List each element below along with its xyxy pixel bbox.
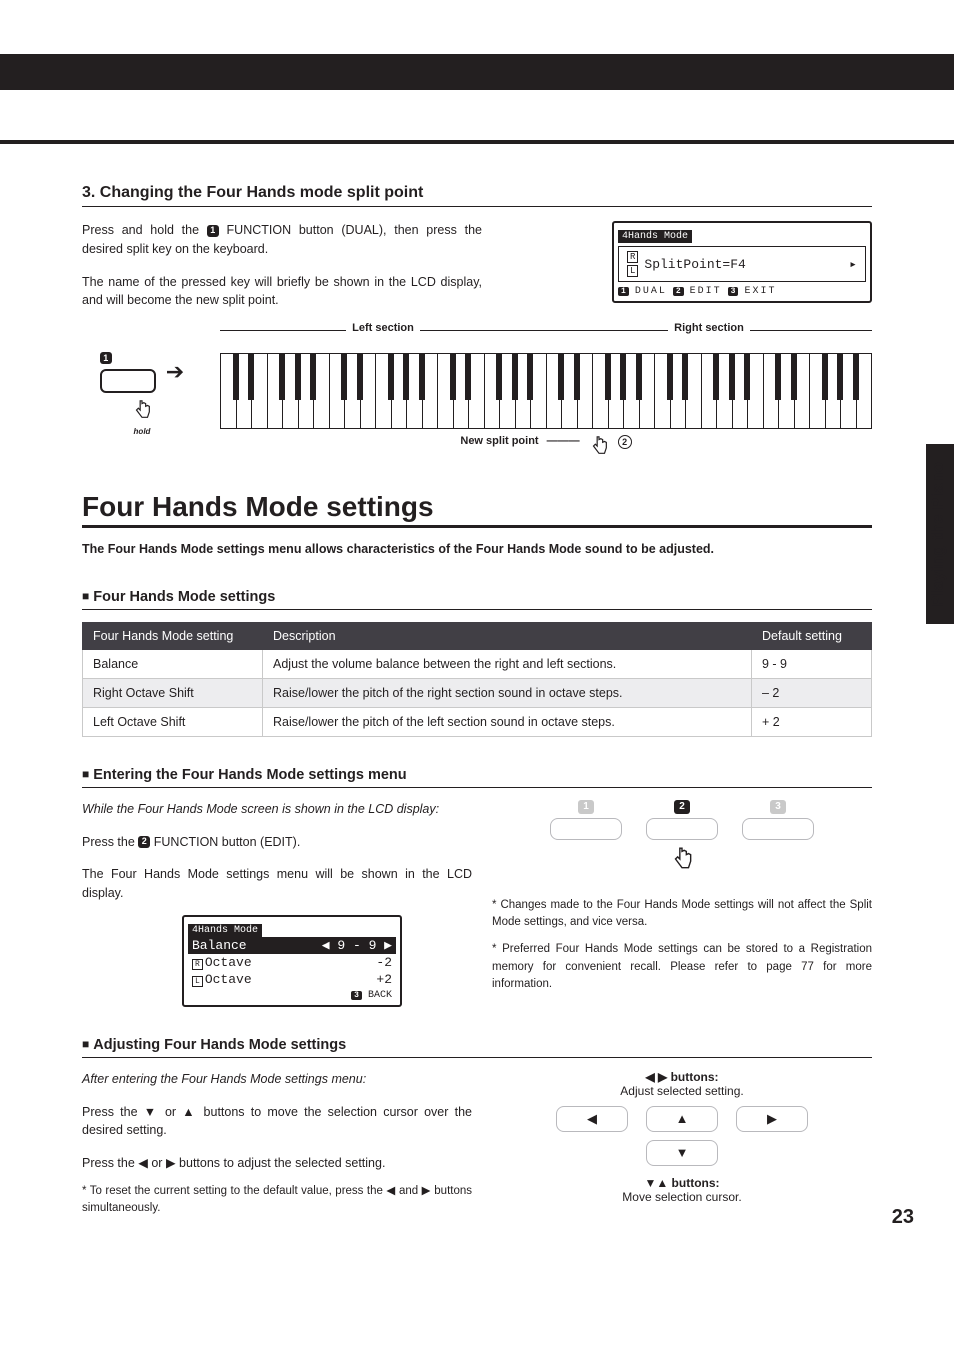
finger-press-icon bbox=[669, 844, 695, 874]
lcd-splitpoint: 4Hands Mode R L SplitPoint=F4 ▸ 1DUAL 2E… bbox=[612, 221, 872, 303]
lcd-settings-menu: 4Hands Mode Balance◀ 9 - 9 ▶ROctave-2LOc… bbox=[182, 915, 402, 1007]
lcd-badge-2: 2 bbox=[673, 287, 684, 296]
lcd-dual-label: DUAL bbox=[635, 286, 667, 297]
badge-2-icon: 2 bbox=[138, 836, 150, 848]
function-button-1[interactable] bbox=[550, 818, 622, 840]
badge-1-icon: 1 bbox=[207, 225, 219, 237]
lcd2-back-label: BACK bbox=[368, 990, 392, 1001]
page-header-band bbox=[0, 54, 954, 144]
lead-paragraph: The Four Hands Mode settings menu allows… bbox=[82, 540, 872, 559]
finger-press-icon bbox=[588, 435, 610, 457]
th-setting: Four Hands Mode setting bbox=[83, 622, 263, 649]
sub-heading-entering: Entering the Four Hands Mode settings me… bbox=[82, 767, 872, 783]
para-move-cursor: Press the ▼ or ▲ buttons to move the sel… bbox=[82, 1103, 472, 1141]
function-button-diagram: 1 ➔ hold bbox=[82, 351, 202, 436]
right-arrow-button[interactable]: ▶ bbox=[736, 1106, 808, 1132]
para-press-edit: Press the 2 FUNCTION button (EDIT). bbox=[82, 833, 472, 852]
lcd-l-box: L bbox=[627, 265, 638, 277]
lcd-r-box: R bbox=[627, 251, 638, 263]
lcd-badge-3: 3 bbox=[728, 287, 739, 296]
left-arrow-button[interactable]: ◀ bbox=[556, 1106, 628, 1132]
text: Press and hold the bbox=[82, 223, 207, 237]
keyboard-diagram bbox=[220, 353, 872, 429]
sub-heading-settings-table: Four Hands Mode settings bbox=[82, 589, 872, 605]
page-number: 23 bbox=[892, 1206, 914, 1229]
function-button-2[interactable] bbox=[646, 818, 718, 840]
lcd2-badge-3: 3 bbox=[351, 991, 362, 1000]
lcd-badge-1: 1 bbox=[618, 287, 629, 296]
main-heading: Four Hands Mode settings bbox=[82, 491, 872, 523]
function-button-3[interactable] bbox=[742, 818, 814, 840]
sub-heading-adjusting: Adjusting Four Hands Mode settings bbox=[82, 1037, 872, 1053]
badge-1-icon: 1 bbox=[578, 800, 594, 814]
table-row: BalanceAdjust the volume balance between… bbox=[83, 649, 872, 678]
footnote-reset: To reset the current setting to the defa… bbox=[82, 1183, 472, 1218]
para-lcd-shows: The name of the pressed key will briefly… bbox=[82, 273, 482, 311]
table-row: Left Octave ShiftRaise/lower the pitch o… bbox=[83, 707, 872, 736]
para-press-hold: Press and hold the 1 FUNCTION button (DU… bbox=[82, 221, 482, 259]
para-adjust-setting: Press the ◀ or ▶ buttons to adjust the s… bbox=[82, 1154, 472, 1173]
ud-buttons-desc: Move selection cursor. bbox=[622, 1190, 741, 1204]
th-description: Description bbox=[263, 622, 752, 649]
lcd-title: 4Hands Mode bbox=[618, 230, 692, 243]
th-default: Default setting bbox=[752, 622, 872, 649]
badge-2-icon: 2 bbox=[674, 800, 690, 814]
italic-while-shown: While the Four Hands Mode screen is show… bbox=[82, 800, 472, 819]
table-row: Right Octave ShiftRaise/lower the pitch … bbox=[83, 678, 872, 707]
badge-2-circle: 2 bbox=[618, 435, 632, 449]
lr-buttons-desc: Adjust selected setting. bbox=[620, 1084, 743, 1098]
arrow-right-icon: ➔ bbox=[166, 359, 184, 385]
hold-label: hold bbox=[134, 427, 151, 436]
lcd-edit-label: EDIT bbox=[690, 286, 722, 297]
settings-table: Four Hands Mode setting Description Defa… bbox=[82, 622, 872, 737]
italic-after-entering: After entering the Four Hands Mode setti… bbox=[82, 1070, 472, 1089]
ud-buttons-label: ▼▲ buttons: bbox=[622, 1176, 741, 1190]
up-arrow-button[interactable]: ▲ bbox=[646, 1106, 718, 1132]
function-button[interactable] bbox=[100, 369, 156, 393]
badge-3-icon: 3 bbox=[770, 800, 786, 814]
left-section-label: Left section bbox=[220, 330, 546, 349]
function-buttons-diagram: 1 2 3 bbox=[492, 800, 872, 840]
lcd-arrow-icon: ▸ bbox=[849, 257, 857, 272]
lcd2-title: 4Hands Mode bbox=[188, 924, 262, 937]
rule bbox=[82, 206, 872, 207]
para-menu-shown: The Four Hands Mode settings menu will b… bbox=[82, 865, 472, 903]
footnote-registration: Preferred Four Hands Mode settings can b… bbox=[492, 941, 872, 993]
footnote-split-mode: Changes made to the Four Hands Mode sett… bbox=[492, 897, 872, 932]
finger-press-icon bbox=[131, 399, 153, 421]
right-section-label: Right section bbox=[546, 330, 872, 349]
badge-1-icon: 1 bbox=[100, 352, 112, 364]
down-arrow-button[interactable]: ▼ bbox=[646, 1140, 718, 1166]
section-heading-split-point: 3. Changing the Four Hands mode split po… bbox=[82, 184, 872, 202]
lcd-value: SplitPoint=F4 bbox=[644, 257, 745, 272]
lcd-exit-label: EXIT bbox=[744, 286, 776, 297]
new-split-point-label: New split point bbox=[460, 435, 538, 457]
lr-buttons-label: ◀ ▶ buttons: bbox=[620, 1070, 743, 1084]
